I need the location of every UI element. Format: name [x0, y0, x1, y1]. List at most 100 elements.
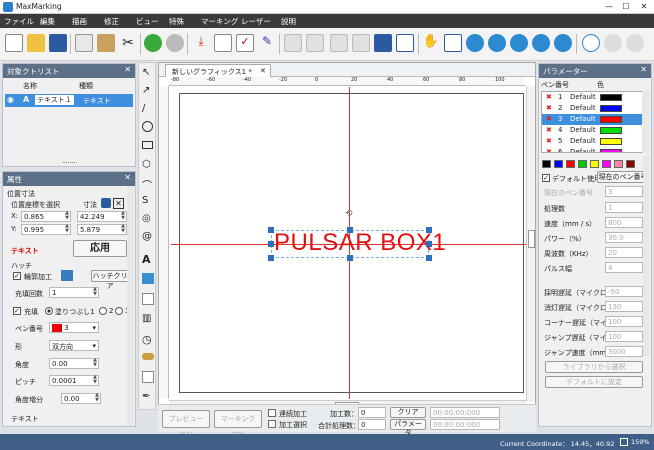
- stepper-icon[interactable]: ▲ ▼: [95, 393, 99, 403]
- palette-color-swatch[interactable]: [578, 160, 587, 168]
- use-default-checkbox[interactable]: ✓: [542, 174, 550, 182]
- resize-grip[interactable]: [63, 162, 77, 164]
- param-input[interactable]: 20: [605, 247, 643, 258]
- continuous-checkbox[interactable]: [268, 409, 276, 417]
- param-input[interactable]: 3000: [605, 346, 643, 357]
- vector-file-icon[interactable]: [142, 293, 154, 305]
- pitch-input[interactable]: 0.0001 ▲ ▼: [49, 375, 99, 386]
- pen-icon[interactable]: ✎: [258, 34, 276, 52]
- paste-icon[interactable]: [97, 34, 115, 52]
- lock-icon[interactable]: [101, 198, 111, 208]
- hatch-preview-icon[interactable]: [61, 270, 73, 281]
- stepper-icon[interactable]: ▲ ▼: [121, 224, 125, 234]
- current-pen-button[interactable]: 現在のペン番号: [597, 171, 649, 183]
- palette-color-swatch[interactable]: [554, 160, 563, 168]
- param-input[interactable]: 4: [605, 262, 643, 273]
- selection-handle[interactable]: [347, 227, 353, 233]
- open-folder-icon[interactable]: [27, 34, 45, 52]
- parameter-button[interactable]: パラメータ: [390, 419, 426, 437]
- close-button[interactable]: ✕: [637, 1, 651, 13]
- save-icon[interactable]: [49, 34, 67, 52]
- rectangle-icon[interactable]: [142, 141, 153, 149]
- shape-select[interactable]: 双方向 ▾: [49, 340, 99, 351]
- palette-color-swatch[interactable]: [614, 160, 623, 168]
- height-input[interactable]: 5.879 ▲ ▼: [77, 224, 127, 235]
- menu-file[interactable]: ファイル: [4, 16, 34, 27]
- hand-pan-icon[interactable]: ✋: [422, 34, 440, 52]
- minimize-button[interactable]: —: [602, 1, 616, 13]
- ungroup-icon[interactable]: [306, 34, 324, 52]
- menu-help[interactable]: 説明: [281, 16, 296, 27]
- copy-icon[interactable]: [75, 34, 93, 52]
- check-icon[interactable]: ✓: [236, 34, 254, 52]
- palette-color-swatch[interactable]: [626, 160, 635, 168]
- palette-color-swatch[interactable]: [590, 160, 599, 168]
- redo-icon[interactable]: [166, 34, 184, 52]
- visibility-eye-icon[interactable]: ◉: [7, 95, 14, 104]
- line-icon[interactable]: /: [142, 103, 145, 114]
- stepper-icon[interactable]: ▲ ▼: [93, 287, 97, 297]
- undo-icon[interactable]: [144, 34, 162, 52]
- stepper-icon[interactable]: ▲ ▼: [93, 375, 97, 385]
- arc-icon[interactable]: ⌒: [142, 177, 152, 192]
- pen-row[interactable]: ✖ 2 Default: [542, 103, 642, 114]
- menu-edit[interactable]: 編集: [40, 16, 55, 27]
- spiral-icon[interactable]: @: [142, 231, 152, 242]
- outline-checkbox[interactable]: ✓: [13, 272, 21, 280]
- rotate-handle-icon[interactable]: ⟲: [345, 209, 353, 219]
- fill-radio-2[interactable]: [99, 307, 107, 315]
- palette-color-swatch[interactable]: [566, 160, 575, 168]
- param-input[interactable]: 100: [605, 316, 643, 327]
- distribute-icon[interactable]: [352, 34, 370, 52]
- new-file-icon[interactable]: [5, 34, 23, 52]
- group-icon[interactable]: [284, 34, 302, 52]
- selection-handle[interactable]: [268, 227, 274, 233]
- barcode-icon[interactable]: ▥: [142, 313, 151, 324]
- serial-icon[interactable]: [142, 353, 154, 360]
- zoom-select-icon[interactable]: [532, 34, 550, 52]
- tab-close-icon[interactable]: ✕: [260, 67, 266, 75]
- param-input[interactable]: 130: [605, 301, 643, 312]
- marking-button[interactable]: マーキング(F2): [214, 410, 262, 439]
- stepper-icon[interactable]: ▲ ▼: [65, 224, 69, 234]
- maximize-button[interactable]: ☐: [619, 1, 633, 13]
- zoom-in-icon[interactable]: [466, 34, 484, 52]
- select-from-library-button[interactable]: ライブラリから選択: [545, 361, 643, 373]
- hide-eye-icon[interactable]: [604, 34, 622, 52]
- width-input[interactable]: 42.249 ▲ ▼: [77, 211, 127, 222]
- brush-icon[interactable]: ✒: [142, 391, 150, 402]
- pen-row[interactable]: ✖ 4 Default: [542, 125, 642, 136]
- preview-eye-icon[interactable]: [626, 34, 644, 52]
- fill-count-input[interactable]: 1 ▲ ▼: [49, 287, 99, 298]
- align-icon[interactable]: [330, 34, 348, 52]
- set-default-button[interactable]: デフォルトに設定: [545, 376, 643, 388]
- clock-icon[interactable]: ◷: [142, 333, 152, 346]
- y-input[interactable]: 0.995 ▲ ▼: [21, 224, 71, 235]
- param-input[interactable]: 1: [605, 202, 643, 213]
- image-icon[interactable]: [142, 273, 154, 284]
- arrange-front-icon[interactable]: [374, 34, 392, 52]
- cut-icon[interactable]: ✂: [119, 34, 137, 52]
- selection-handle[interactable]: [426, 241, 432, 247]
- curve-icon[interactable]: S: [142, 195, 148, 206]
- close-icon[interactable]: ✕: [113, 198, 124, 209]
- menu-special[interactable]: 特殊: [169, 16, 184, 27]
- arrange-back-icon[interactable]: [396, 34, 414, 52]
- select-arrow-icon[interactable]: ↖: [142, 67, 150, 78]
- palette-color-swatch[interactable]: [542, 160, 551, 168]
- document-tab[interactable]: 新しいグラフィックス1 * ✕: [165, 64, 271, 77]
- fill-radio-1[interactable]: [45, 307, 53, 315]
- selection-handle[interactable]: [426, 227, 432, 233]
- angle-inc-input[interactable]: 0.00 ▲ ▼: [61, 393, 101, 404]
- selection-handle[interactable]: [426, 255, 432, 261]
- zoom-fit-icon[interactable]: [444, 34, 462, 52]
- pen-row[interactable]: ✖ 3 Default: [542, 114, 642, 125]
- parameters-scrollbar[interactable]: [643, 156, 650, 356]
- text-tool-icon[interactable]: A: [142, 253, 151, 266]
- close-icon[interactable]: ✕: [124, 65, 131, 74]
- pen-select[interactable]: 3 ▾: [49, 322, 99, 333]
- stepper-icon[interactable]: ▲ ▼: [121, 211, 125, 221]
- preview-button[interactable]: プレビュー(F1): [162, 410, 210, 439]
- canvas-text-object[interactable]: PULSAR BOX1: [274, 229, 446, 257]
- hatch-clear-button[interactable]: ハッチクリア: [91, 270, 129, 290]
